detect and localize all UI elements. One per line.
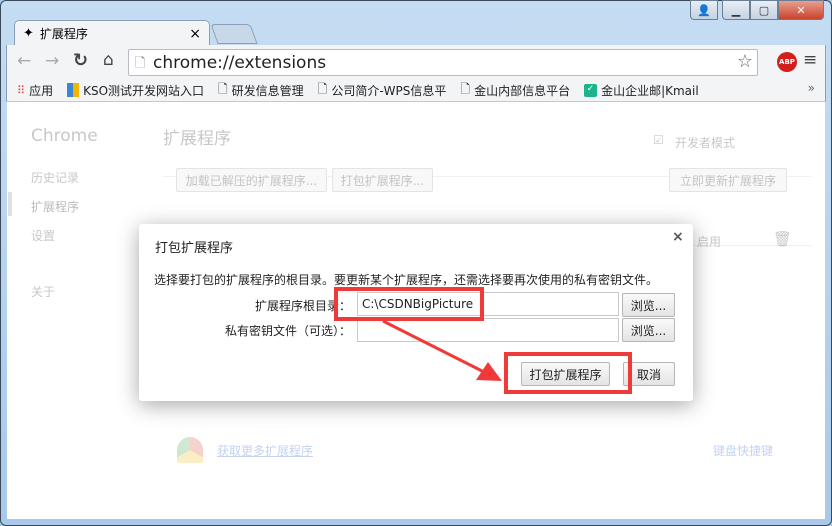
wps-icon: [67, 83, 80, 97]
bookmark-label: 公司简介-WPS信息平: [331, 83, 447, 98]
bookmark-rd[interactable]: 🗋 研发信息管理: [218, 80, 304, 101]
home-icon[interactable]: ⌂: [103, 50, 114, 70]
update-extensions-button[interactable]: 立即更新扩展程序: [669, 168, 787, 192]
bookmark-kmail[interactable]: ✓ 金山企业邮|Kmail: [584, 82, 699, 99]
adblock-icon[interactable]: ABP: [777, 52, 797, 72]
page-icon: 🗋: [218, 81, 228, 96]
reload-icon[interactable]: ↻: [73, 50, 88, 71]
minimize-button[interactable]: ▁: [722, 0, 750, 20]
highlight-box-pack-button: [504, 352, 632, 394]
load-unpacked-button[interactable]: 加载已解压的扩展程序...: [176, 168, 327, 192]
keyboard-shortcuts-link[interactable]: 键盘快捷键: [713, 442, 773, 459]
bookmark-kingsoft[interactable]: 🗋 金山内部信息平台: [460, 80, 570, 101]
bookmark-label: 应用: [29, 83, 54, 98]
highlight-box-root-dir: [334, 287, 484, 321]
bookmark-label: KSO测试开发网站入口: [83, 83, 205, 98]
private-key-label: 私有密钥文件（可选）：: [224, 324, 351, 338]
trash-icon[interactable]: 🗑: [773, 230, 792, 248]
bookmarks-bar: ⠿ 应用 KSO测试开发网站入口 🗋 研发信息管理 🗋 公司简介-WPS信息平 🗋 金山…: [6, 79, 826, 102]
get-more-extensions-link[interactable]: 获取更多扩展程序: [217, 442, 313, 459]
pack-extension-button[interactable]: 打包扩展程序...: [332, 168, 433, 192]
menu-icon[interactable]: ≡: [803, 50, 817, 70]
browse-root-button[interactable]: 浏览...: [622, 293, 675, 317]
bookmark-star-icon[interactable]: ☆: [737, 51, 753, 72]
bookmark-apps[interactable]: ⠿ 应用: [17, 82, 53, 99]
address-bar[interactable]: 🗋 chrome://extensions ☆: [128, 49, 758, 76]
sidebar-selection-marker: [8, 192, 12, 216]
dialog-title: 打包扩展程序: [155, 241, 234, 256]
webstore-icon: [177, 437, 203, 463]
abp-label: ABP: [779, 58, 795, 66]
mail-icon: ✓: [584, 83, 598, 97]
page-icon: 🗋: [317, 81, 328, 96]
back-icon[interactable]: ←: [17, 51, 31, 71]
sidebar-item-extensions[interactable]: 扩展程序: [31, 198, 79, 215]
browse-key-button[interactable]: 浏览...: [622, 318, 675, 342]
apps-grid-icon: ⠿: [17, 83, 26, 97]
page-icon: 🗋: [135, 56, 146, 71]
bookmark-label: 金山内部信息平台: [474, 83, 571, 98]
enable-label[interactable]: 启用: [697, 233, 721, 250]
bookmark-kso[interactable]: KSO测试开发网站入口: [67, 82, 204, 99]
dev-mode-checkbox[interactable]: ☑: [653, 133, 664, 147]
page-title: 扩展程序: [163, 129, 231, 149]
bookmark-label: 金山企业邮|Kmail: [601, 83, 699, 98]
tab-title: 扩展程序: [39, 27, 88, 41]
user-icon[interactable]: 👤: [690, 0, 718, 20]
maximize-button[interactable]: ▢: [750, 0, 778, 20]
tab-extensions[interactable]: ✦ 扩展程序 ×: [14, 20, 210, 46]
close-window-button[interactable]: ✕: [778, 0, 824, 20]
tab-close-icon[interactable]: ×: [189, 26, 201, 42]
dev-mode-label: 开发者模式: [675, 136, 736, 150]
sidebar-item-history[interactable]: 历史记录: [31, 169, 79, 186]
sidebar-item-about[interactable]: 关于: [31, 283, 55, 300]
new-tab-button[interactable]: [210, 24, 258, 44]
dialog-description: 选择要打包的扩展程序的根目录。要更新某个扩展程序，还需选择要再次使用的私有密钥文…: [154, 273, 659, 287]
dialog-close-icon[interactable]: ×: [672, 229, 684, 245]
bookmark-company[interactable]: 🗋 公司简介-WPS信息平: [318, 80, 447, 101]
bookmarks-overflow-icon[interactable]: »: [808, 81, 815, 95]
annotation-arrow: [382, 319, 502, 381]
forward-icon[interactable]: →: [45, 51, 59, 71]
page-icon: 🗋: [460, 81, 471, 96]
sidebar-item-settings[interactable]: 设置: [31, 227, 55, 244]
bookmark-label: 研发信息管理: [231, 83, 304, 98]
arrow-line: [382, 319, 489, 376]
url-text: chrome://extensions: [153, 52, 327, 73]
sidebar-brand: Chrome: [31, 126, 98, 146]
puzzle-icon: ✦: [23, 26, 34, 41]
